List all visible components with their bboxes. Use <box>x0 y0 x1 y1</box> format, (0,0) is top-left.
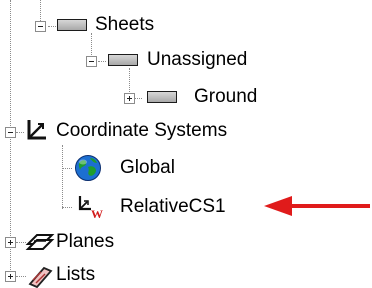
sheet-rect-icon <box>147 91 177 103</box>
tree-guide-line <box>10 130 11 280</box>
tree-guide-line <box>98 61 106 62</box>
tree-guide-line <box>62 207 72 208</box>
sheet-rect-icon <box>108 54 138 66</box>
tree-guide-line <box>16 132 24 133</box>
tree-item-label: Planes <box>56 231 115 252</box>
tree-guide-line <box>16 242 26 243</box>
tree-item-label: Ground <box>194 86 258 107</box>
tree-guide-line <box>48 26 56 27</box>
globe-icon <box>75 155 101 181</box>
tree-item-label: Sheets <box>95 14 155 35</box>
lists-icon <box>28 266 53 288</box>
tree-guide-line <box>129 68 130 94</box>
collapse-toggle[interactable] <box>86 56 97 67</box>
expand-toggle[interactable] <box>124 93 135 104</box>
tree-item-label: Global <box>120 157 175 178</box>
expand-toggle[interactable] <box>5 237 16 248</box>
tree-guide-line <box>134 98 142 99</box>
red-arrow-icon <box>264 196 370 216</box>
tree-item-label: RelativeCS1 <box>120 196 226 217</box>
tree-item-label: Coordinate Systems <box>56 120 228 141</box>
collapse-toggle[interactable] <box>35 21 46 32</box>
tree-guide-line <box>62 168 72 169</box>
tree-item-label: Unassigned <box>147 49 248 70</box>
tree-guide-line <box>10 0 11 130</box>
sheet-rect-icon <box>57 19 87 31</box>
svg-text:W: W <box>91 207 103 221</box>
planes-icon <box>25 234 55 250</box>
tree-guide-line <box>16 276 26 277</box>
axes-icon <box>27 120 46 140</box>
relative-cs-icon: W <box>78 196 103 221</box>
tree-guide-line <box>62 145 63 209</box>
collapse-toggle[interactable] <box>5 127 16 138</box>
expand-toggle[interactable] <box>5 271 16 282</box>
tree-item-label: Lists <box>56 264 96 285</box>
